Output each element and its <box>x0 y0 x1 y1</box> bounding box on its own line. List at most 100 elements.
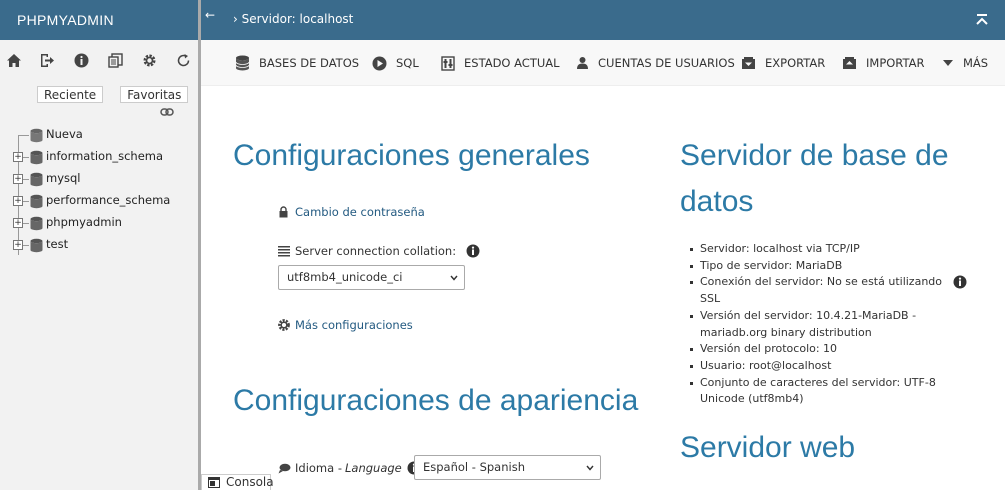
more-settings-link[interactable]: Más configuraciones <box>295 318 413 332</box>
tab-import[interactable]: IMPORTAR <box>842 54 924 72</box>
tree-item-database[interactable]: + phpmyadmin <box>12 214 198 232</box>
tab-export[interactable]: EXPORTAR <box>741 54 825 72</box>
favorite-tables-button[interactable]: Favoritas <box>120 86 189 103</box>
chevron-down-icon <box>450 275 458 281</box>
tab-more-label: MÁS <box>963 56 989 70</box>
tree-label[interactable]: performance_schema <box>46 193 170 207</box>
collapse-top-icon[interactable] <box>975 13 989 27</box>
settings-gear-icon[interactable] <box>140 51 158 69</box>
database-icon <box>30 194 43 209</box>
tree-label[interactable]: information_schema <box>46 149 163 163</box>
breadcrumb-server[interactable]: › Servidor: localhost <box>233 12 353 26</box>
list-icon <box>278 246 290 257</box>
tree-label[interactable]: mysql <box>46 171 81 185</box>
list-item-text: Conexión del servidor: No se está utiliz… <box>700 275 943 306</box>
chevron-down-icon <box>943 60 953 66</box>
import-icon <box>843 57 856 69</box>
collation-select-value: utf8mb4_unicode_ci <box>287 270 403 284</box>
lock-icon <box>279 206 288 218</box>
top-bar: ← › Servidor: localhost <box>201 0 1005 40</box>
tab-databases-label: BASES DE DATOS <box>259 56 360 70</box>
db-server-heading-line2: datos <box>680 185 754 218</box>
tab-import-label: IMPORTAR <box>866 56 925 70</box>
tab-export-label: EXPORTAR <box>765 56 826 70</box>
db-server-info-list: Servidor: localhost via TCP/IP Tipo de s… <box>690 241 980 408</box>
appearance-settings-heading: Configuraciones de apariencia <box>233 384 639 417</box>
web-server-heading: Servidor web <box>680 431 856 464</box>
expand-icon[interactable]: + <box>13 196 23 206</box>
list-item: Conjunto de caracteres del servidor: UTF… <box>690 375 980 408</box>
db-server-heading: Servidor de base de <box>680 139 949 172</box>
expand-icon[interactable]: + <box>13 218 23 228</box>
console-icon <box>208 477 220 488</box>
navigation-panel: PHPMYADMIN Reciente Favoritas Nueva + in… <box>0 0 198 490</box>
expand-icon[interactable]: + <box>13 174 23 184</box>
database-icon <box>30 216 43 231</box>
settings-gear-icon <box>278 319 290 331</box>
list-item: Servidor: localhost via TCP/IP <box>690 241 980 258</box>
list-item: Usuario: root@localhost <box>690 358 980 375</box>
tab-sql[interactable]: SQL <box>372 54 419 72</box>
tree-label[interactable]: phpmyadmin <box>46 215 122 229</box>
tree-item-database[interactable]: + mysql <box>12 170 198 188</box>
logout-icon[interactable] <box>38 51 56 69</box>
change-password-link[interactable]: Cambio de contraseña <box>295 205 425 219</box>
database-new-icon <box>30 128 43 143</box>
collation-label: Server connection collation: <box>295 244 457 258</box>
tab-status-label: ESTADO ACTUAL <box>464 56 560 70</box>
list-item: Versión del servidor: 10.4.21-MariaDB - … <box>690 308 980 341</box>
recent-tables-button[interactable]: Reciente <box>37 86 104 103</box>
more-settings-row: Más configuraciones <box>277 316 413 334</box>
tab-sql-label: SQL <box>396 56 419 70</box>
tab-databases[interactable]: BASES DE DATOS <box>235 54 359 72</box>
list-item: Versión del protocolo: 10 <box>690 341 980 358</box>
list-item: Conexión del servidor: No se está utiliz… <box>690 274 980 307</box>
back-arrow-icon[interactable]: ← <box>205 8 215 22</box>
tree-item-database[interactable]: + performance_schema <box>12 192 198 210</box>
expand-icon[interactable]: + <box>13 152 23 162</box>
reload-icon[interactable] <box>174 51 192 69</box>
play-circle-icon <box>372 56 387 70</box>
link-with-main-panel-icon[interactable] <box>160 107 174 117</box>
tab-user-accounts[interactable]: CUENTAS DE USUARIOS <box>576 54 735 72</box>
tab-more[interactable]: MÁS <box>942 54 988 72</box>
navigation-icons <box>0 51 198 71</box>
list-item: Tipo de servidor: MariaDB <box>690 258 980 275</box>
info-icon[interactable] <box>72 51 90 69</box>
language-label: Idioma - <box>295 461 342 475</box>
tree-item-database[interactable]: + information_schema <box>12 148 198 166</box>
general-settings-heading: Configuraciones generales <box>233 139 590 172</box>
database-icon <box>30 238 43 253</box>
tab-user-accounts-label: CUENTAS DE USUARIOS <box>598 56 735 70</box>
change-password-row: Cambio de contraseña <box>278 204 425 220</box>
navigation-tabs: Reciente Favoritas <box>37 86 189 103</box>
status-chart-icon <box>441 55 455 71</box>
tree-label: Nueva <box>46 127 83 141</box>
collation-select[interactable]: utf8mb4_unicode_ci <box>278 265 465 290</box>
user-icon <box>577 57 588 69</box>
tree-label[interactable]: test <box>46 237 68 251</box>
expand-icon[interactable]: + <box>13 240 23 250</box>
database-icon <box>235 55 250 71</box>
chevron-down-icon <box>586 465 594 471</box>
console-label: Consola <box>226 475 274 489</box>
export-icon <box>742 57 755 69</box>
console-toggle[interactable]: Consola <box>201 474 274 490</box>
info-icon[interactable] <box>466 244 480 258</box>
logo[interactable]: PHPMYADMIN <box>0 0 198 40</box>
language-row: Idioma - Language <box>278 459 421 477</box>
home-icon[interactable] <box>5 51 23 69</box>
tree-item-new[interactable]: Nueva <box>12 126 198 144</box>
language-select[interactable]: Español - Spanish <box>414 455 601 480</box>
tab-status[interactable]: ESTADO ACTUAL <box>441 54 560 72</box>
info-icon[interactable] <box>953 275 967 289</box>
tree-item-database[interactable]: + test <box>12 236 198 254</box>
database-icon <box>30 172 43 187</box>
language-select-value: Español - Spanish <box>423 460 525 474</box>
database-icon <box>30 150 43 165</box>
collation-row: Server connection collation: <box>278 242 480 260</box>
speech-bubble-icon <box>278 463 291 473</box>
logo-text: PHPMYADMIN <box>17 12 114 28</box>
documentation-icon[interactable] <box>106 51 124 69</box>
main-menu: BASES DE DATOS SQL ESTADO ACTUAL CUENTAS… <box>201 40 1005 86</box>
